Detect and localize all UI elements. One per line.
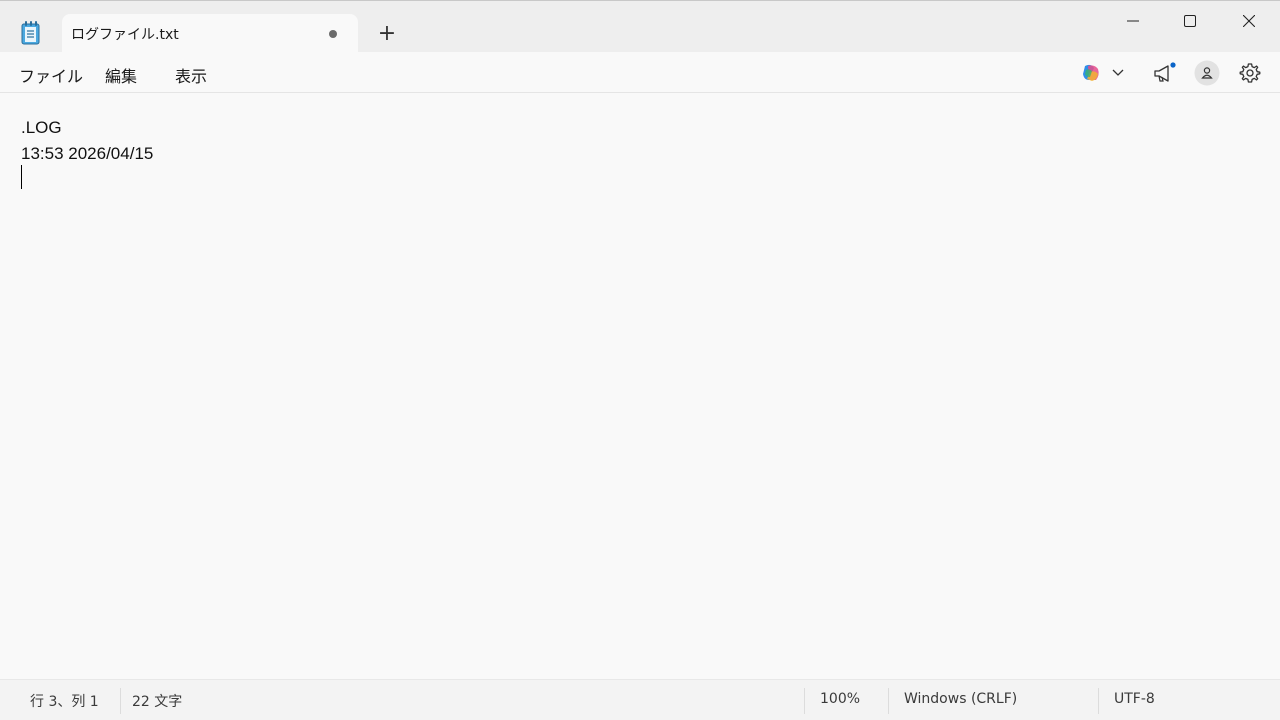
account-icon [1194,60,1220,86]
copilot-dropdown-button[interactable] [1104,58,1132,88]
close-icon [1243,15,1255,27]
menu-file[interactable]: ファイル [19,63,83,87]
new-tab-button[interactable]: + [374,21,400,47]
megaphone-icon [1154,62,1176,82]
settings-button[interactable] [1235,58,1265,88]
zoom-level[interactable]: 100% [820,691,860,707]
minimize-button[interactable] [1104,1,1162,41]
status-divider [804,688,805,714]
cursor-position: 行 3、列 1 [30,694,99,710]
maximize-icon [1184,15,1196,27]
whats-new-button[interactable] [1149,58,1179,88]
editor-line-2: 13:53 2026/04/15 [21,144,154,163]
status-divider [1098,688,1099,714]
chevron-down-icon [1112,69,1124,76]
menu-edit[interactable]: 編集 [105,63,137,87]
character-count: 22 文字 [132,694,183,710]
line-ending[interactable]: Windows (CRLF) [904,691,1017,707]
status-bar: 行 3、列 1 22 文字 100% Windows (CRLF) UTF-8 [0,679,1280,720]
account-button[interactable] [1192,58,1222,88]
copilot-button[interactable] [1076,58,1106,88]
gear-icon [1239,63,1261,83]
maximize-button[interactable] [1161,1,1219,41]
status-divider [888,688,889,714]
text-caret [21,165,22,189]
copilot-icon [1083,64,1099,81]
tab-logfile[interactable]: ログファイル.txt [62,14,358,53]
notepad-icon [20,21,42,45]
unsaved-indicator-icon[interactable] [329,30,337,38]
title-bar: ログファイル.txt + [0,0,1280,53]
close-button[interactable] [1220,1,1278,41]
minimize-icon [1127,20,1139,22]
encoding[interactable]: UTF-8 [1114,691,1155,707]
menu-view[interactable]: 表示 [175,63,207,87]
text-editor[interactable]: .LOG 13:53 2026/04/15 [0,93,1280,679]
tab-title: ログファイル.txt [71,27,179,43]
editor-line-1: .LOG [21,118,62,137]
menu-bar: ファイル 編集 表示 [0,52,1280,93]
status-divider [120,688,121,714]
